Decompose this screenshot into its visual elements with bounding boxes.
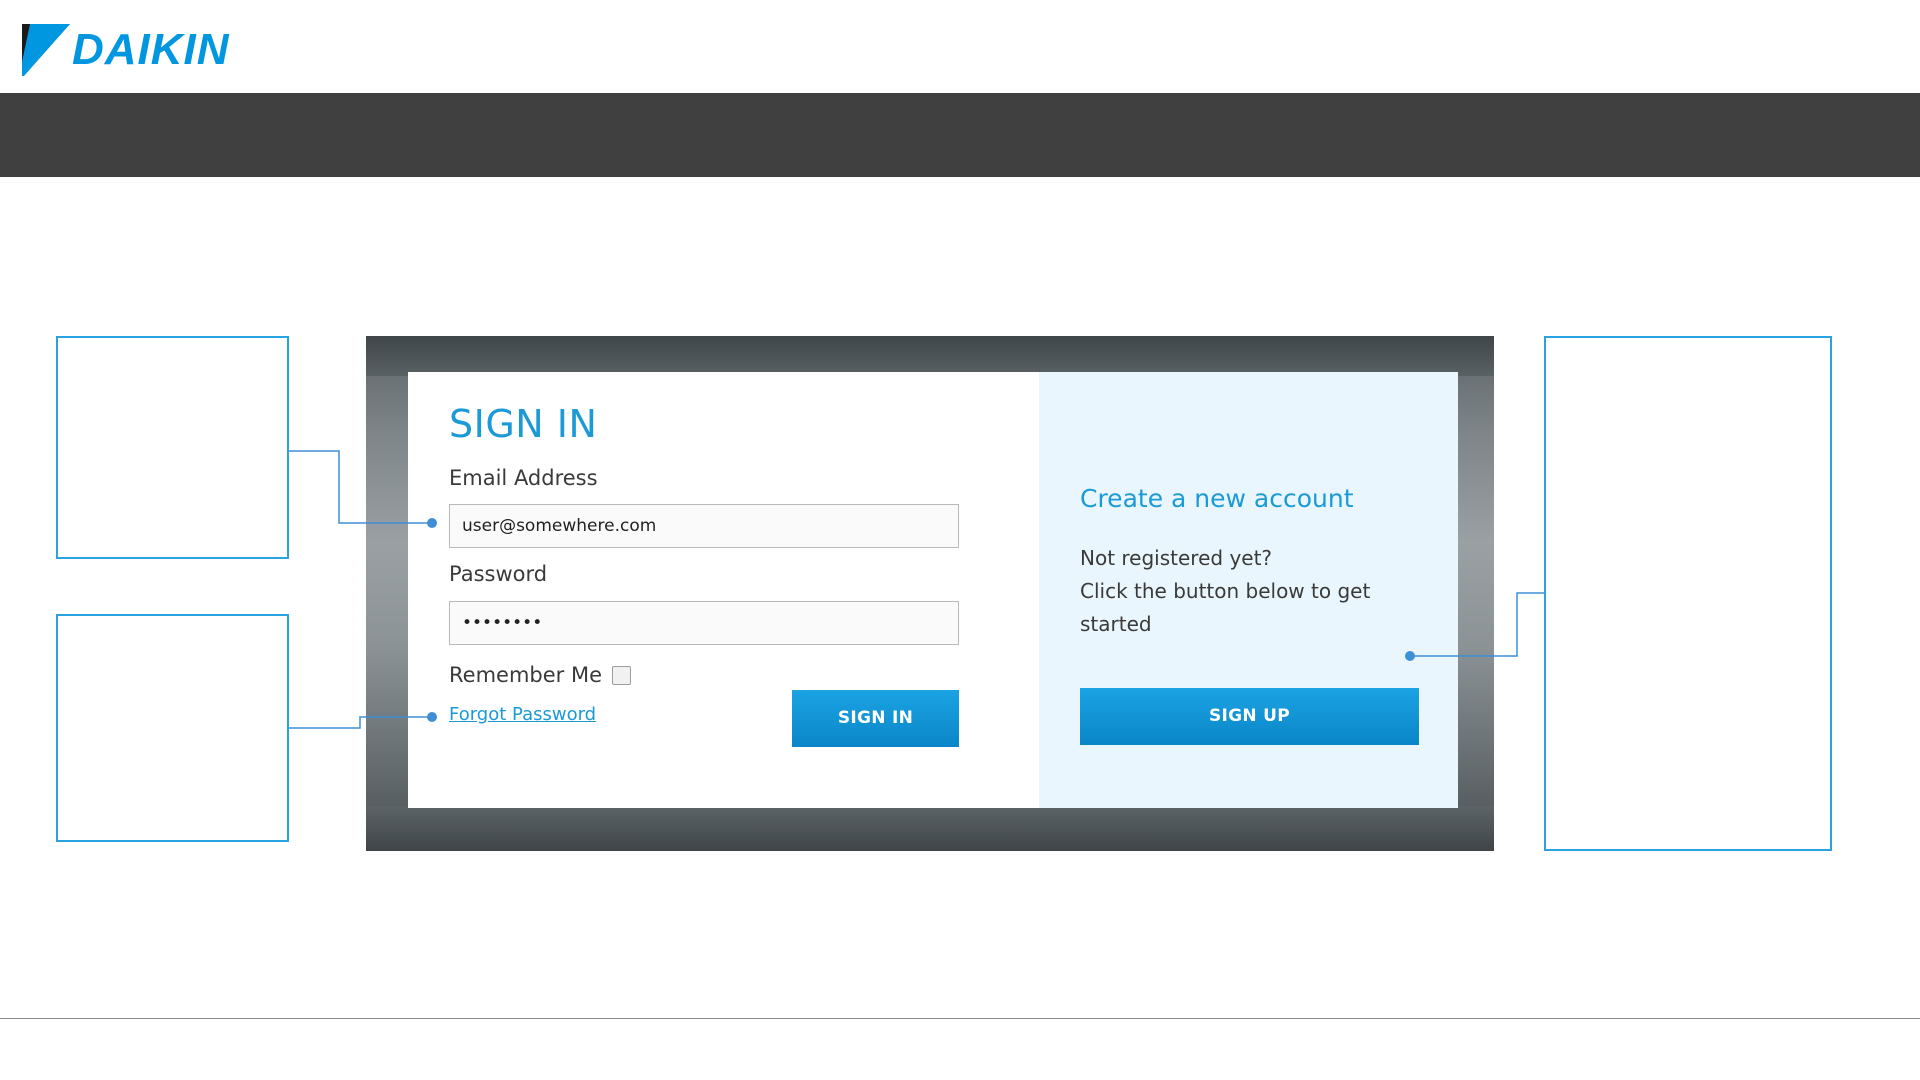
email-field[interactable]	[449, 504, 959, 548]
bottom-divider	[0, 1018, 1920, 1019]
login-card: SIGN IN Email Address Password Remember …	[408, 372, 1458, 808]
logo-text: DAIKIN	[72, 25, 230, 74]
signup-text-line1: Not registered yet?	[1080, 546, 1273, 570]
signin-title: SIGN IN	[449, 402, 598, 446]
signup-button[interactable]: SIGN UP	[1080, 688, 1419, 745]
create-account-title: Create a new account	[1080, 484, 1354, 513]
background-ceiling	[366, 336, 1494, 376]
signin-button[interactable]: SIGN IN	[792, 690, 959, 747]
password-label: Password	[449, 562, 548, 586]
signup-panel: Create a new account Not registered yet?…	[1039, 372, 1458, 808]
signup-text-line2: Click the button below to get started	[1080, 579, 1371, 636]
remember-me-row: Remember Me	[449, 660, 631, 690]
annotation-box-forgot-password	[56, 614, 289, 842]
email-label: Email Address	[449, 466, 598, 490]
signin-panel: SIGN IN Email Address Password Remember …	[408, 372, 1039, 808]
remember-me-checkbox[interactable]	[612, 665, 631, 685]
remember-me-label: Remember Me	[449, 663, 602, 687]
forgot-password-link[interactable]: Forgot Password	[449, 704, 596, 725]
daikin-logo: DAIKIN	[22, 22, 282, 78]
annotation-box-email	[56, 336, 289, 559]
annotation-box-signup	[1544, 336, 1832, 851]
nav-band	[0, 93, 1920, 177]
page: DAIKIN SIGN IN Email Address Password Re…	[0, 0, 1920, 1080]
background-floor	[366, 806, 1494, 851]
password-field[interactable]	[449, 601, 959, 645]
daikin-triangle-icon	[22, 24, 70, 76]
